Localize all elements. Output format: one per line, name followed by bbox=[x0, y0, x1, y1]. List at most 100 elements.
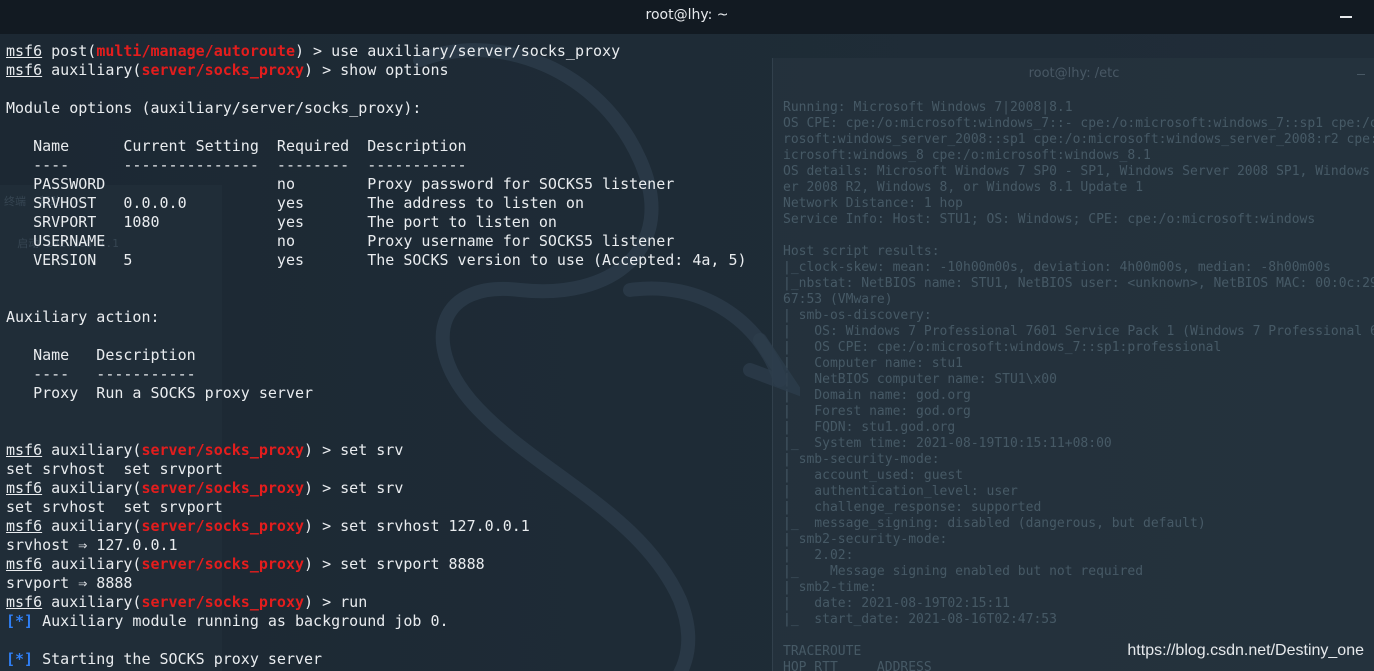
background-terminal-line: | authentication_level: user bbox=[783, 484, 1018, 499]
command-text: set srvport 8888 bbox=[340, 555, 485, 573]
options-table-header: Name Current Setting Required Descriptio… bbox=[6, 137, 467, 155]
options-table-row: SRVHOST 0.0.0.0 yes The address to liste… bbox=[6, 194, 584, 212]
command-text: run bbox=[340, 593, 368, 611]
terminal-output[interactable]: msf6 post(multi/manage/autoroute) > use … bbox=[6, 42, 747, 669]
background-terminal-line: Host script results: bbox=[783, 244, 940, 259]
status-text: Auxiliary module running as background j… bbox=[33, 612, 449, 630]
background-terminal-line: | date: 2021-08-19T02:15:11 bbox=[783, 596, 1010, 611]
background-terminal-line: | smb2-security-mode: bbox=[783, 532, 948, 547]
terminal-line: msf6 auxiliary(server/socks_proxy) > sho… bbox=[6, 61, 449, 79]
module-path: multi/manage/autoroute bbox=[96, 42, 295, 60]
prompt: msf6 bbox=[6, 42, 43, 60]
background-terminal-line: | FQDN: stu1.god.org bbox=[783, 420, 956, 435]
options-table-row: USERNAME no Proxy username for SOCKS5 li… bbox=[6, 232, 675, 250]
background-terminal-line: er 2008 R2, Windows 8, or Windows 8.1 Up… bbox=[783, 180, 1144, 195]
terminal-line: msf6 auxiliary(server/socks_proxy) > set… bbox=[6, 441, 404, 459]
module-path: server/socks_proxy bbox=[141, 555, 305, 573]
auxiliary-action-header: Auxiliary action: bbox=[6, 308, 160, 326]
status-line: [*] Starting the SOCKS proxy server bbox=[6, 650, 747, 669]
command-output: srvport ⇒ 8888 bbox=[6, 574, 133, 592]
module-path: server/socks_proxy bbox=[141, 61, 305, 79]
minimize-icon[interactable] bbox=[1340, 16, 1352, 18]
titlebar: root@lhy: ~ bbox=[0, 0, 1374, 34]
terminal-window: 终端 帮助 启动 192.168.1.1 root@lhy: /etc Runn… bbox=[0, 0, 1374, 671]
background-terminal-line: rosoft:windows_server_2008::sp1 cpe:/o:m… bbox=[783, 132, 1374, 147]
prompt: msf6 bbox=[6, 593, 43, 611]
command-text: set srv bbox=[340, 441, 404, 459]
command-text: show options bbox=[340, 61, 449, 79]
terminal-line: msf6 auxiliary(server/socks_proxy) > set… bbox=[6, 517, 530, 535]
status-tag: [*] bbox=[6, 650, 34, 668]
action-table-header: Name Description bbox=[6, 346, 196, 364]
command-text: set srvhost 127.0.0.1 bbox=[340, 517, 530, 535]
background-terminal-line: Service Info: Host: STU1; OS: Windows; C… bbox=[783, 212, 1316, 227]
background-terminal-window: root@lhy: /etc Running: Microsoft Window… bbox=[772, 58, 1374, 671]
action-table-row: Proxy Run a SOCKS proxy server bbox=[6, 384, 314, 402]
background-terminal-line: | smb-security-mode: bbox=[783, 452, 940, 467]
window-title: root@lhy: ~ bbox=[645, 7, 729, 23]
terminal-line: msf6 post(multi/manage/autoroute) > use … bbox=[6, 42, 621, 60]
background-terminal-line bbox=[783, 228, 1374, 244]
background-terminal-line: | Computer name: stu1 bbox=[783, 356, 964, 371]
background-terminal-line: 67:53 (VMware) bbox=[783, 292, 893, 307]
background-terminal-line: | Forest name: god.org bbox=[783, 404, 971, 419]
module-path: server/socks_proxy bbox=[141, 479, 305, 497]
command-text: use auxiliary/server/socks_proxy bbox=[331, 42, 621, 60]
status-line: [*] Auxiliary module running as backgrou… bbox=[6, 612, 747, 631]
background-terminal-line: | Domain name: god.org bbox=[783, 388, 971, 403]
command-output: srvhost ⇒ 127.0.0.1 bbox=[6, 536, 178, 554]
module-path: server/socks_proxy bbox=[141, 441, 305, 459]
background-terminal-line: |_ start_date: 2021-08-16T02:47:53 bbox=[783, 612, 1057, 627]
background-terminal-line: |_nbstat: NetBIOS name: STU1, NetBIOS us… bbox=[783, 276, 1374, 291]
prompt: msf6 bbox=[6, 479, 43, 497]
terminal-line: msf6 auxiliary(server/socks_proxy) > set… bbox=[6, 479, 404, 497]
background-terminal-line: | smb2-time: bbox=[783, 580, 877, 595]
background-terminal-line: |_clock-skew: mean: -10h00m00s, deviatio… bbox=[783, 260, 1331, 275]
prompt: msf6 bbox=[6, 61, 43, 79]
terminal-line: msf6 auxiliary(server/socks_proxy) > set… bbox=[6, 555, 485, 573]
background-terminal-line: icrosoft:windows_8 cpe:/o:microsoft:wind… bbox=[783, 148, 1151, 163]
background-terminal-line: | account_used: guest bbox=[783, 468, 964, 483]
options-table-row: VERSION 5 yes The SOCKS version to use (… bbox=[6, 251, 747, 269]
prompt: msf6 bbox=[6, 517, 43, 535]
background-terminal-line: | NetBIOS computer name: STU1\x00 bbox=[783, 372, 1057, 387]
background-terminal-output: Running: Microsoft Windows 7|2008|8.1 OS … bbox=[783, 100, 1374, 671]
background-terminal-line: | OS CPE: cpe:/o:microsoft:windows_7::sp… bbox=[783, 340, 1222, 355]
background-terminal-line: HOP RTT ADDRESS bbox=[783, 660, 932, 671]
background-terminal-line: | smb-os-discovery: bbox=[783, 308, 932, 323]
background-terminal-line: |_ System time: 2021-08-19T10:15:11+08:0… bbox=[783, 436, 1112, 451]
module-path: server/socks_proxy bbox=[141, 593, 305, 611]
background-terminal-line: Network Distance: 1 hop bbox=[783, 196, 964, 211]
module-options-header: Module options (auxiliary/server/socks_p… bbox=[6, 99, 422, 117]
module-path: server/socks_proxy bbox=[141, 517, 305, 535]
terminal-line: msf6 auxiliary(server/socks_proxy) > run bbox=[6, 593, 368, 611]
options-table-separator: ---- --------------- -------- ----------… bbox=[6, 156, 467, 174]
source-watermark: https://blog.csdn.net/Destiny_one bbox=[1127, 642, 1364, 659]
background-terminal-line: | OS: Windows 7 Professional 7601 Servic… bbox=[783, 324, 1374, 339]
prompt: msf6 bbox=[6, 441, 43, 459]
status-text: Starting the SOCKS proxy server bbox=[33, 650, 323, 668]
command-output: set srvhost set srvport bbox=[6, 460, 223, 478]
command-output: set srvhost set srvport bbox=[6, 498, 223, 516]
background-terminal-line: | 2.02: bbox=[783, 548, 854, 563]
background-minimize-icon bbox=[1357, 74, 1365, 75]
background-terminal-line: |_ Message signing enabled but not requi… bbox=[783, 564, 1144, 579]
command-text: set srv bbox=[340, 479, 404, 497]
background-terminal-line: OS CPE: cpe:/o:microsoft:windows_7::- cp… bbox=[783, 116, 1374, 131]
prompt: msf6 bbox=[6, 555, 43, 573]
background-terminal-line: OS details: Microsoft Windows 7 SP0 - SP… bbox=[783, 164, 1374, 179]
background-terminal-line: | challenge_response: supported bbox=[783, 500, 1042, 515]
background-terminal-line: |_ message_signing: disabled (dangerous,… bbox=[783, 516, 1206, 531]
status-tag: [*] bbox=[6, 612, 34, 630]
options-table-row: SRVPORT 1080 yes The port to listen on bbox=[6, 213, 557, 231]
options-table-row: PASSWORD no Proxy password for SOCKS5 li… bbox=[6, 175, 675, 193]
background-terminal-line: Running: Microsoft Windows 7|2008|8.1 bbox=[783, 100, 1073, 115]
